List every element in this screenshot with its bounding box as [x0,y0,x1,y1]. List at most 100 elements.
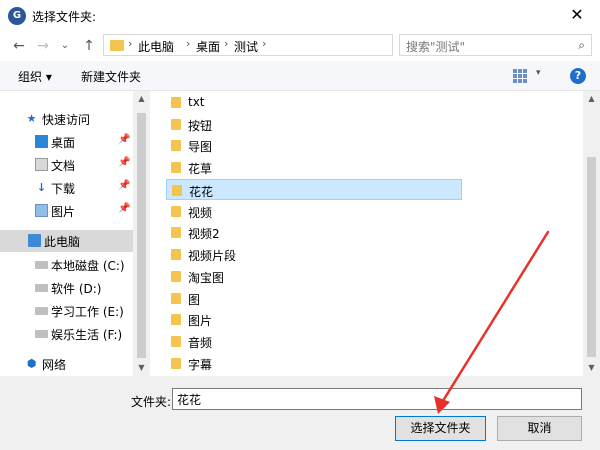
sidebar-item-label: 图片 [51,205,76,219]
breadcrumb-separator[interactable]: › [128,37,132,50]
folder-icon [171,97,181,108]
sidebar-item-label: 此电脑 [44,235,81,249]
folder-icon [171,140,181,151]
sidebar-item-documents[interactable]: 文档 📌 [0,154,133,176]
back-arrow-icon[interactable]: ← [10,37,28,55]
drive-icon [35,261,48,269]
folder-icon [171,336,181,347]
scroll-down-icon[interactable]: ▼ [583,363,600,372]
pin-icon[interactable]: 📌 [118,180,130,191]
scroll-down-icon[interactable]: ▼ [133,363,150,372]
scroll-up-icon[interactable]: ▲ [583,94,600,103]
folder-icon [171,293,181,304]
folder-field-label: 文件夹: [131,395,172,409]
cancel-button[interactable]: 取消 [497,416,582,441]
list-item[interactable]: 字幕 [166,353,462,374]
select-folder-button[interactable]: 选择文件夹 [395,416,486,441]
folder-name: 导图 [188,140,213,154]
sidebar-item-quick-access[interactable]: ★ 快速访问 [0,108,133,130]
folder-icon [171,314,181,325]
scrollbar-thumb[interactable] [137,113,146,358]
folder-name: 字幕 [188,358,213,372]
breadcrumb-test[interactable]: 测试 [234,38,258,55]
breadcrumb-separator[interactable]: › [262,37,266,50]
view-dropdown-icon[interactable]: ▾ [536,68,541,78]
folder-icon [171,249,181,260]
new-folder-button[interactable]: 新建文件夹 [81,68,141,85]
folder-icon [110,40,124,51]
app-logo-icon: G [8,7,26,25]
sidebar-item-drive-f[interactable]: 娱乐生活 (F:) [0,323,133,345]
drive-icon [35,284,48,292]
folder-icon [171,206,181,217]
organize-menu[interactable]: 组织 ▾ [18,68,52,85]
sidebar-item-drive-e[interactable]: 学习工作 (E:) [0,300,133,322]
breadcrumb-this-pc[interactable]: 此电脑 [138,38,174,55]
list-item[interactable]: 图 [166,288,462,309]
folder-name: 图 [188,293,201,307]
sidebar-item-drive-c[interactable]: 本地磁盘 (C:) [0,254,133,276]
file-list: txt 按钮 导图 花草 花花 视频 视频2 视频片段 淘宝图 图 图片 音频 … [150,91,583,376]
address-bar[interactable]: › 此电脑 › 桌面 › 测试 › ⌄ ↻ [103,34,488,56]
list-item[interactable]: 音频 [166,331,462,352]
title-bar: G 选择文件夹: ✕ [0,0,600,31]
close-button[interactable]: ✕ [554,0,600,31]
list-item[interactable]: 淘宝图 [166,266,462,287]
folder-name: 花花 [189,185,214,199]
list-item[interactable]: 图片 [166,309,462,330]
list-item[interactable]: 视频2 [166,222,462,243]
help-icon[interactable]: ? [570,68,586,84]
list-item[interactable]: 视频 [166,201,462,222]
sidebar-item-label: 本地磁盘 (C:) [51,259,125,273]
scrollbar-thumb[interactable] [587,157,596,357]
sidebar-item-label: 文档 [51,159,76,173]
folder-name-field[interactable] [172,388,582,410]
pin-icon[interactable]: 📌 [118,203,130,214]
breadcrumb-desktop[interactable]: 桌面 [196,38,220,55]
toolbar: 组织 ▾ 新建文件夹 ▾ [0,61,600,91]
recent-locations-icon[interactable]: ⌄ [56,37,74,55]
sidebar-item-label: 下载 [51,182,76,196]
scroll-up-icon[interactable]: ▲ [133,94,150,103]
search-icon[interactable]: ⌕ [578,38,585,53]
window-title: 选择文件夹: [32,10,97,24]
sidebar-item-desktop[interactable]: 桌面 📌 [0,131,133,153]
search-input[interactable]: 搜索"测试" ⌕ [399,34,592,56]
list-item-selected[interactable]: 花花 [166,179,462,200]
breadcrumb-separator[interactable]: › [224,37,228,50]
sidebar-item-pictures[interactable]: 图片 📌 [0,200,133,222]
folder-icon [171,358,181,369]
navigation-pane: ★ 快速访问 桌面 📌 文档 📌 ↓ 下载 📌 图片 📌 此电脑 本地磁盘 (C… [0,91,133,376]
sidebar-item-downloads[interactable]: ↓ 下载 📌 [0,177,133,199]
sidebar-item-label: 娱乐生活 (F:) [51,328,123,342]
documents-icon [35,158,48,171]
sidebar-item-label: 网络 [42,358,67,372]
folder-name: 淘宝图 [188,271,225,285]
folder-icon [171,119,181,130]
folder-name: 视频片段 [188,249,237,263]
sidebar-item-drive-d[interactable]: 软件 (D:) [0,277,133,299]
folder-name: 花草 [188,162,213,176]
network-icon: ⬢ [26,357,37,370]
folder-icon [171,271,181,282]
pin-icon[interactable]: 📌 [118,157,130,168]
sidebar-item-network[interactable]: ⬢ 网络 [0,353,133,375]
up-arrow-icon[interactable]: ↑ [80,37,98,55]
list-item[interactable]: 按钮 [166,114,462,135]
list-item[interactable]: 视频片段 [166,244,462,265]
folder-icon [171,227,181,238]
list-item[interactable]: 导图 [166,135,462,156]
sidebar-item-label: 软件 (D:) [51,282,102,296]
pictures-icon [35,204,48,217]
forward-arrow-icon[interactable]: → [34,37,52,55]
view-options-icon[interactable] [513,69,527,83]
pin-icon[interactable]: 📌 [118,134,130,145]
list-item[interactable]: 花草 [166,157,462,178]
folder-name: 视频 [188,206,213,220]
breadcrumb-separator[interactable]: › [186,37,190,50]
sidebar-item-label: 学习工作 (E:) [51,305,124,319]
sidebar-item-this-pc[interactable]: 此电脑 [0,230,133,252]
list-item[interactable]: txt [166,92,462,113]
navigation-scrollbar[interactable]: ▲ ▼ [133,91,150,376]
file-list-scrollbar[interactable]: ▲ ▼ [583,91,600,376]
